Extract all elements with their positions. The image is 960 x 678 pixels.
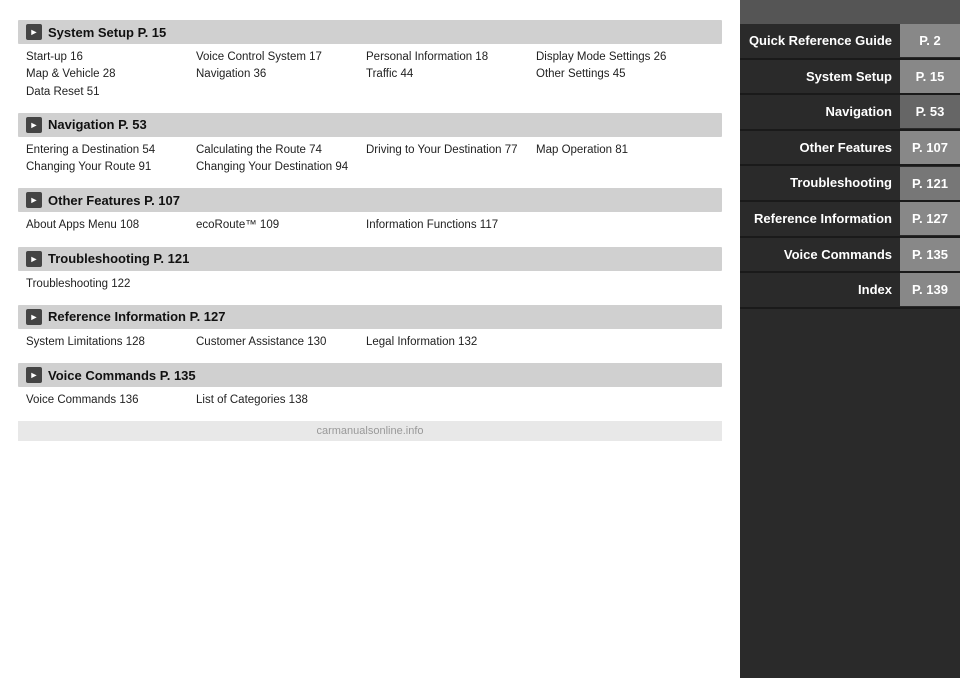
list-item: Changing Your Destination 94 xyxy=(196,159,356,176)
section-content-troubleshooting: Troubleshooting 122 xyxy=(18,271,722,295)
sidebar-item-page: P. 53 xyxy=(900,95,960,128)
section-icon: ► xyxy=(26,192,42,208)
content-row: System Limitations 128 Customer Assistanc… xyxy=(26,334,714,351)
main-content: ►System Setup P. 15 Start-up 16 Voice Cont… xyxy=(0,0,740,678)
content-row: Start-up 16 Voice Control System 17 Person… xyxy=(26,49,714,66)
sidebar-item-page: P. 2 xyxy=(900,24,960,57)
sidebar-item-label: Troubleshooting xyxy=(740,166,900,200)
list-item: Voice Control System 17 xyxy=(196,49,356,66)
sidebar-nav-item[interactable]: TroubleshootingP. 121 xyxy=(740,166,960,202)
list-item: Entering a Destination 54 xyxy=(26,142,186,159)
sidebar-item-page: P. 139 xyxy=(900,273,960,306)
sidebar-nav-item[interactable]: Reference InformationP. 127 xyxy=(740,202,960,238)
list-item: ecoRoute™ 109 xyxy=(196,217,356,234)
list-item: Other Settings 45 xyxy=(536,66,696,83)
section-troubleshooting: ►Troubleshooting P. 121 Troubleshooting 1… xyxy=(18,247,722,295)
list-item: Map & Vehicle 28 xyxy=(26,66,186,83)
sidebar-item-label: Other Features xyxy=(740,131,900,165)
sidebar-item-label: Index xyxy=(740,273,900,307)
section-voice-commands: ►Voice Commands P. 135 Voice Commands 136… xyxy=(18,363,722,411)
section-system-setup: ►System Setup P. 15 Start-up 16 Voice Cont… xyxy=(18,20,722,103)
section-icon: ► xyxy=(26,24,42,40)
section-content-navigation: Entering a Destination 54 Calculating the… xyxy=(18,137,722,179)
section-icon: ► xyxy=(26,117,42,133)
section-navigation: ►Navigation P. 53 Entering a Destination … xyxy=(18,113,722,179)
sidebar-nav-item[interactable]: System SetupP. 15 xyxy=(740,60,960,96)
section-icon: ► xyxy=(26,309,42,325)
section-header-troubleshooting: ►Troubleshooting P. 121 xyxy=(18,247,722,271)
section-reference-information: ►Reference Information P. 127 System Limi… xyxy=(18,305,722,353)
content-row: About Apps Menu 108 ecoRoute™ 109 Informat… xyxy=(26,217,714,234)
content-row: Data Reset 51 xyxy=(26,84,714,101)
list-item: Changing Your Route 91 xyxy=(26,159,186,176)
sidebar-item-page: P. 121 xyxy=(900,167,960,200)
sidebar-item-page: P. 107 xyxy=(900,131,960,164)
content-row: Voice Commands 136 List of Categories 138 xyxy=(26,392,714,409)
list-item: Voice Commands 136 xyxy=(26,392,186,409)
section-content-reference-information: System Limitations 128 Customer Assistanc… xyxy=(18,329,722,353)
sidebar-nav-item[interactable]: IndexP. 139 xyxy=(740,273,960,309)
list-item: Driving to Your Destination 77 xyxy=(366,142,526,159)
sidebar-item-label: Reference Information xyxy=(740,202,900,236)
section-icon: ► xyxy=(26,367,42,383)
list-item: Troubleshooting 122 xyxy=(26,276,186,293)
sidebar-item-page: P. 127 xyxy=(900,202,960,235)
section-other-features: ►Other Features P. 107 About Apps Menu 10… xyxy=(18,188,722,236)
list-item: System Limitations 128 xyxy=(26,334,186,351)
sidebar-item-page: P. 135 xyxy=(900,238,960,271)
sidebar-nav-item[interactable]: NavigationP. 53 xyxy=(740,95,960,131)
section-header-other-features: ►Other Features P. 107 xyxy=(18,188,722,212)
section-header-reference-information: ►Reference Information P. 127 xyxy=(18,305,722,329)
sidebar: Quick Reference GuideP. 2System SetupP. … xyxy=(740,0,960,678)
list-item: List of Categories 138 xyxy=(196,392,356,409)
sidebar-item-label: Voice Commands xyxy=(740,238,900,272)
sidebar-nav-item[interactable]: Other FeaturesP. 107 xyxy=(740,131,960,167)
list-item: About Apps Menu 108 xyxy=(26,217,186,234)
list-item: Display Mode Settings 26 xyxy=(536,49,696,66)
list-item: Information Functions 117 xyxy=(366,217,526,234)
list-item: Data Reset 51 xyxy=(26,84,186,101)
sidebar-title xyxy=(740,0,960,24)
content-row: Changing Your Route 91 Changing Your Dest… xyxy=(26,159,714,176)
content-row: Troubleshooting 122 xyxy=(26,276,714,293)
list-item: Navigation 36 xyxy=(196,66,356,83)
list-item: Traffic 44 xyxy=(366,66,526,83)
content-row: Map & Vehicle 28 Navigation 36 Traffic 44 O… xyxy=(26,66,714,83)
watermark: carmanualsonline.info xyxy=(18,421,722,441)
section-content-other-features: About Apps Menu 108 ecoRoute™ 109 Informat… xyxy=(18,212,722,236)
sidebar-item-label: Navigation xyxy=(740,95,900,129)
section-header-system-setup: ►System Setup P. 15 xyxy=(18,20,722,44)
section-icon: ► xyxy=(26,251,42,267)
list-item: Customer Assistance 130 xyxy=(196,334,356,351)
sidebar-item-page: P. 15 xyxy=(900,60,960,93)
sidebar-item-label: System Setup xyxy=(740,60,900,94)
list-item: Legal Information 132 xyxy=(366,334,526,351)
section-content-system-setup: Start-up 16 Voice Control System 17 Person… xyxy=(18,44,722,103)
list-item: Personal Information 18 xyxy=(366,49,526,66)
list-item: Start-up 16 xyxy=(26,49,186,66)
sidebar-nav-item[interactable]: Voice CommandsP. 135 xyxy=(740,238,960,274)
list-item: Map Operation 81 xyxy=(536,142,696,159)
sidebar-nav-item[interactable]: Quick Reference GuideP. 2 xyxy=(740,24,960,60)
sidebar-item-label: Quick Reference Guide xyxy=(740,24,900,58)
list-item: Calculating the Route 74 xyxy=(196,142,356,159)
section-header-navigation: ►Navigation P. 53 xyxy=(18,113,722,137)
section-content-voice-commands: Voice Commands 136 List of Categories 138 xyxy=(18,387,722,411)
section-header-voice-commands: ►Voice Commands P. 135 xyxy=(18,363,722,387)
content-row: Entering a Destination 54 Calculating the… xyxy=(26,142,714,159)
